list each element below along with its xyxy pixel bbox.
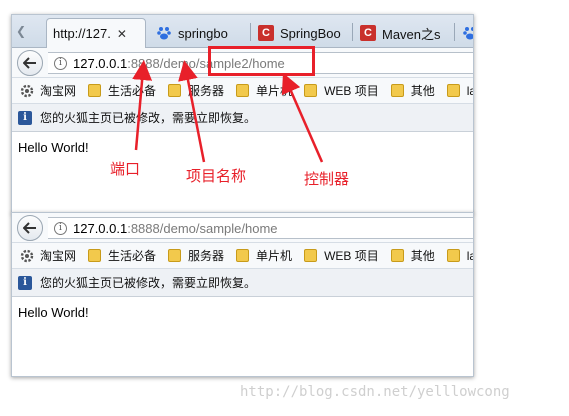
port-arrow — [132, 60, 153, 151]
project-arrow — [178, 60, 206, 163]
port-label: 端口 — [110, 161, 141, 178]
controller-arrow — [281, 72, 324, 163]
watermark: http://blog.csdn.net/yelllowcong — [240, 384, 510, 400]
annotation-arrows — [132, 60, 324, 163]
controller-label: 控制器 — [304, 171, 350, 188]
project-name-label: 项目名称 — [186, 168, 247, 185]
